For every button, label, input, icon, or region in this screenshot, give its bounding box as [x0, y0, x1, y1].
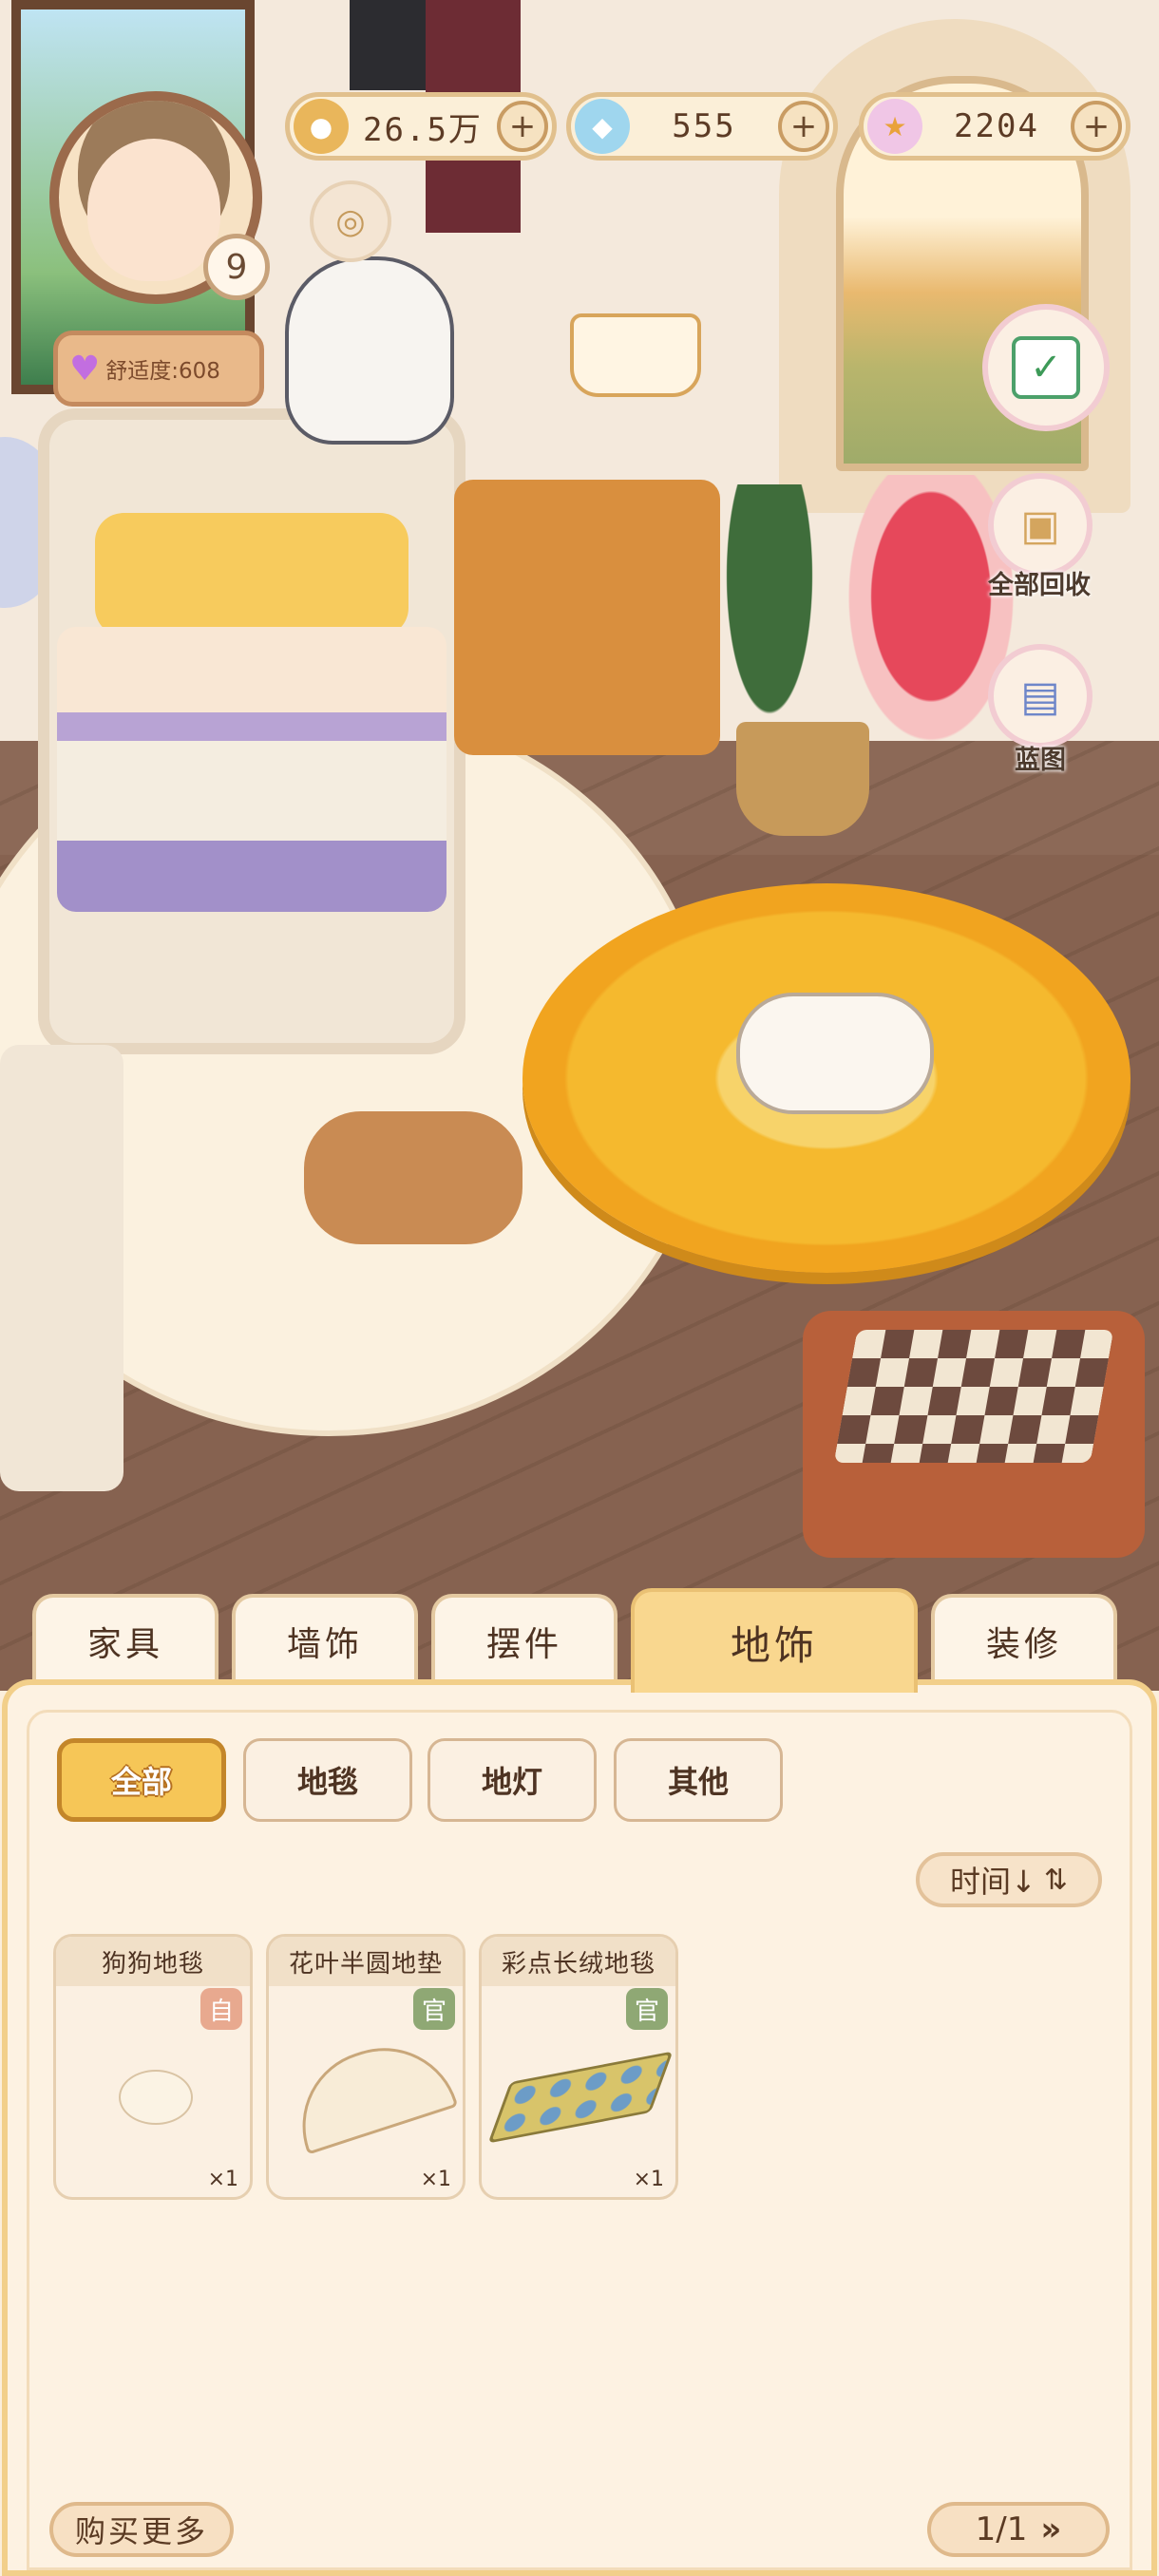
- item-source-badge: 官: [626, 1988, 668, 2030]
- heart-icon: ♥: [69, 349, 101, 388]
- filter-rugs[interactable]: 地毯: [243, 1738, 412, 1822]
- coin-icon: ●: [294, 99, 349, 154]
- table-lamp[interactable]: [570, 313, 701, 397]
- sort-button[interactable]: 时间↓ ⇅: [916, 1852, 1102, 1907]
- buy-more-button[interactable]: 购买更多: [49, 2502, 234, 2557]
- gem-value: 555: [672, 107, 736, 145]
- item-card[interactable]: 狗狗地毯 自 ×1: [53, 1934, 253, 2200]
- coin-counter: ● 26.5万 +: [285, 92, 557, 161]
- bear-plush[interactable]: [304, 1111, 522, 1244]
- comfort-value: 舒适度:608: [105, 359, 220, 384]
- coin-value: 26.5万: [363, 110, 483, 149]
- blueprint-label: 蓝图: [1015, 746, 1066, 775]
- item-source-badge: 官: [413, 1988, 455, 2030]
- gem-counter: ◆ 555 +: [566, 92, 838, 161]
- checkmark-icon: ✓: [1012, 336, 1080, 399]
- item-card[interactable]: 彩点长绒地毯 官 ×1: [479, 1934, 678, 2200]
- avatar-face: [87, 139, 220, 281]
- tab-furniture[interactable]: 家具: [32, 1594, 218, 1685]
- sort-order-icon: ⇅: [1043, 1863, 1068, 1897]
- gray-cat[interactable]: [285, 256, 454, 445]
- chessboard: [833, 1330, 1114, 1463]
- filter-other[interactable]: 其他: [614, 1738, 783, 1822]
- item-quantity: ×1: [207, 2168, 238, 2191]
- page-indicator: 1/1: [975, 2510, 1028, 2548]
- dog-rug-thumbnail: [56, 2032, 250, 2169]
- sort-label: 时间↓: [950, 1864, 1036, 1900]
- blueprint-scroll-icon: ▤: [1020, 672, 1060, 721]
- coin-stack-icon[interactable]: ◎: [310, 180, 391, 262]
- filter-floor-lamps[interactable]: 地灯: [428, 1738, 597, 1822]
- item-name: 狗狗地毯: [56, 1937, 250, 1986]
- tab-wall-decor[interactable]: 墙饰: [232, 1594, 418, 1685]
- item-quantity: ×1: [633, 2168, 664, 2191]
- add-stars-button[interactable]: +: [1071, 101, 1122, 152]
- gem-icon: ◆: [575, 99, 630, 154]
- owl-shelf[interactable]: [454, 480, 720, 755]
- dotted-plush-rug-thumbnail: [482, 2032, 675, 2169]
- filter-all[interactable]: 全部: [57, 1738, 226, 1822]
- comfort-display[interactable]: ♥ 舒适度:608: [53, 331, 264, 407]
- bed-quilt: [57, 627, 446, 912]
- recycle-box-icon: ▣: [1020, 501, 1060, 550]
- sleeping-cat[interactable]: [736, 993, 934, 1114]
- item-name: 彩点长绒地毯: [482, 1937, 675, 1986]
- tab-floor-decor[interactable]: 地饰: [631, 1588, 918, 1693]
- item-source-badge: 自: [200, 1988, 242, 2030]
- leaf-half-mat-thumbnail: [269, 2028, 463, 2169]
- tab-renovation[interactable]: 装修: [931, 1594, 1117, 1685]
- pagination[interactable]: 1/1 »: [927, 2502, 1110, 2557]
- item-quantity: ×1: [420, 2168, 451, 2191]
- item-name: 花叶半圆地垫: [269, 1937, 463, 1986]
- recycle-all-button[interactable]: ▣: [988, 473, 1092, 578]
- item-card[interactable]: 花叶半圆地垫 官 ×1: [266, 1934, 466, 2200]
- bed-pillow: [95, 513, 408, 636]
- add-coins-button[interactable]: +: [497, 101, 548, 152]
- add-gems-button[interactable]: +: [778, 101, 829, 152]
- double-chevron-right-icon[interactable]: »: [1040, 2510, 1061, 2548]
- recycle-all-label: 全部回收: [988, 571, 1091, 600]
- star-icon: ★: [867, 99, 922, 154]
- player-level: 9: [203, 234, 270, 300]
- flower-cabinet[interactable]: [0, 1045, 124, 1491]
- tab-ornaments[interactable]: 摆件: [431, 1594, 618, 1685]
- confirm-layout-button[interactable]: ✓: [982, 304, 1110, 431]
- star-counter: ★ 2204 +: [859, 92, 1130, 161]
- star-value: 2204: [954, 107, 1039, 145]
- blueprint-button[interactable]: ▤: [988, 644, 1092, 748]
- bed[interactable]: [38, 408, 466, 1054]
